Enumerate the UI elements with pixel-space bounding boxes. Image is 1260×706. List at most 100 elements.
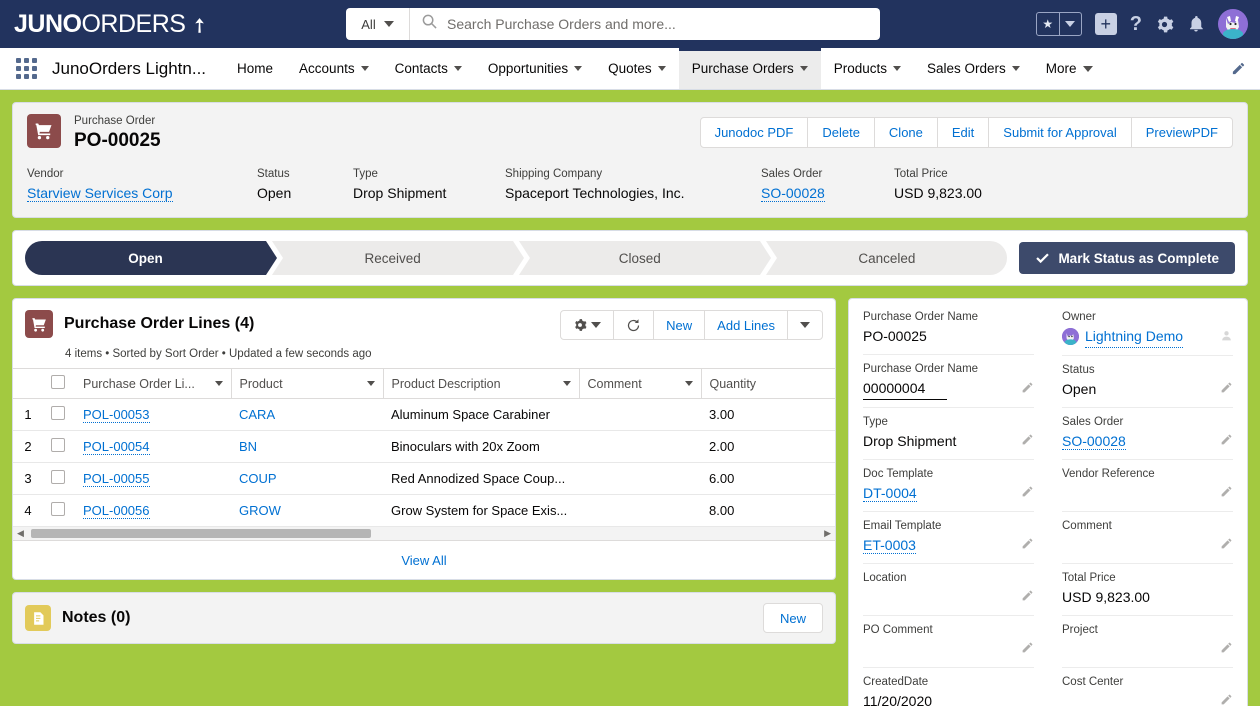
edit-pencil-icon[interactable]: [1220, 537, 1233, 555]
owner-link[interactable]: Lightning Demo: [1085, 325, 1184, 348]
search-scope-selector[interactable]: All: [346, 8, 410, 40]
edit-pencil-icon[interactable]: [1021, 641, 1034, 659]
junodoc-pdf-button[interactable]: Junodoc PDF: [699, 117, 809, 148]
add-lines-button[interactable]: Add Lines: [704, 310, 788, 340]
column-header-quantity[interactable]: Quantity: [701, 368, 835, 399]
cell-product: COUP: [231, 462, 383, 495]
path-stage-canceled[interactable]: Canceled: [766, 241, 1008, 275]
scroll-right-icon[interactable]: ▶: [820, 528, 835, 539]
setup-button[interactable]: [1155, 15, 1174, 34]
delete-button[interactable]: Delete: [807, 117, 875, 148]
nav-item-quotes[interactable]: Quotes: [595, 48, 679, 89]
select-all-header[interactable]: [43, 368, 75, 399]
nav-item-home[interactable]: Home: [224, 48, 286, 89]
submit-for-approval-button[interactable]: Submit for Approval: [988, 117, 1132, 148]
sales-order-link[interactable]: SO-00028: [1062, 433, 1126, 450]
vendor-link[interactable]: Starview Services Corp: [27, 185, 173, 202]
mark-status-complete-button[interactable]: Mark Status as Complete: [1019, 242, 1235, 274]
favorites-chevron-down-icon[interactable]: [1058, 13, 1081, 35]
column-header-description[interactable]: Product Description: [383, 368, 580, 399]
edit-navigation-button[interactable]: [1217, 48, 1260, 89]
row-select-cell[interactable]: [43, 430, 75, 463]
new-line-button[interactable]: New: [653, 310, 706, 340]
edit-pencil-icon[interactable]: [1021, 433, 1034, 451]
path-stage-closed[interactable]: Closed: [519, 241, 778, 275]
path-stage-received[interactable]: Received: [272, 241, 531, 275]
edit-pencil-icon[interactable]: [1220, 693, 1233, 706]
favorites-control[interactable]: ★: [1035, 12, 1082, 36]
edit-button[interactable]: Edit: [936, 117, 990, 148]
add-button[interactable]: +: [1094, 13, 1117, 35]
edit-pencil-icon[interactable]: [1220, 433, 1233, 451]
email-template-link[interactable]: ET-0003: [863, 537, 916, 554]
column-header-name[interactable]: Purchase Order Li...: [75, 368, 232, 399]
select-all-checkbox[interactable]: [51, 375, 65, 389]
path-stage-open[interactable]: Open: [25, 241, 284, 275]
nav-item-products[interactable]: Products: [821, 48, 914, 89]
scroll-left-icon[interactable]: ◀: [13, 528, 28, 539]
edit-pencil-icon[interactable]: [1021, 589, 1034, 607]
sales-order-link[interactable]: SO-00028: [761, 185, 825, 202]
purchase-order-line-link[interactable]: POL-00054: [83, 439, 150, 455]
row-checkbox[interactable]: [51, 470, 65, 484]
app-launcher-button[interactable]: [0, 48, 52, 89]
cell-description: Grow System for Space Exis...: [383, 494, 579, 527]
edit-pencil-icon[interactable]: [1021, 381, 1034, 399]
product-link[interactable]: CARA: [239, 407, 275, 422]
chevron-down-icon: [383, 21, 394, 27]
table-row[interactable]: 1 POL-00053 CARA Aluminum Space Carabine…: [13, 398, 835, 431]
cell-comment: [579, 398, 701, 431]
purchase-order-line-link[interactable]: POL-00056: [83, 503, 150, 519]
global-search[interactable]: All: [346, 8, 880, 40]
chevron-down-icon: [893, 66, 902, 71]
field-label: Doc Template: [863, 468, 934, 480]
horizontal-scrollbar[interactable]: ◀ ▶: [13, 527, 835, 541]
clone-button[interactable]: Clone: [873, 117, 938, 148]
nav-item-opportunities[interactable]: Opportunities: [475, 48, 595, 89]
purchase-order-line-link[interactable]: POL-00053: [83, 407, 150, 423]
purchase-order-line-link[interactable]: POL-00055: [83, 471, 150, 487]
nav-item-purchase-orders[interactable]: Purchase Orders: [678, 48, 821, 89]
edit-pencil-icon[interactable]: [1021, 485, 1034, 503]
help-button[interactable]: ?: [1130, 13, 1142, 36]
edit-pencil-icon[interactable]: [1220, 641, 1233, 659]
cell-quantity: 2.00: [701, 430, 835, 463]
search-input[interactable]: [447, 16, 880, 32]
preview-pdf-button[interactable]: PreviewPDF: [1130, 117, 1233, 148]
edit-pencil-icon[interactable]: [1220, 381, 1233, 399]
notifications-button[interactable]: [1187, 15, 1205, 33]
nav-item-more[interactable]: More: [1033, 48, 1106, 89]
row-select-cell[interactable]: [43, 494, 75, 527]
edit-pencil-icon[interactable]: [1220, 485, 1233, 503]
user-avatar[interactable]: [1218, 9, 1248, 39]
list-settings-button[interactable]: [560, 310, 615, 340]
change-owner-icon[interactable]: [1220, 329, 1233, 347]
row-checkbox[interactable]: [51, 502, 65, 516]
edit-pencil-icon[interactable]: [1021, 537, 1034, 555]
row-select-cell[interactable]: [43, 398, 75, 431]
column-header-comment[interactable]: Comment: [579, 368, 702, 399]
column-header-product[interactable]: Product: [231, 368, 384, 399]
view-all-link[interactable]: View All: [13, 541, 835, 579]
detail-field-po-comment: PO Comment: [863, 616, 1034, 668]
table-row[interactable]: 4 POL-00056 GROW Grow System for Space E…: [13, 494, 835, 527]
table-row[interactable]: 2 POL-00054 BN Binoculars with 20x Zoom …: [13, 430, 835, 463]
favorite-star-icon[interactable]: ★: [1037, 13, 1059, 35]
related-list-more-button[interactable]: [787, 310, 823, 340]
nav-item-accounts[interactable]: Accounts: [286, 48, 382, 89]
new-note-button[interactable]: New: [762, 603, 823, 633]
product-link[interactable]: BN: [239, 439, 257, 454]
product-link[interactable]: GROW: [239, 503, 281, 518]
row-checkbox[interactable]: [51, 438, 65, 452]
doc-template-link[interactable]: DT-0004: [863, 485, 917, 502]
row-checkbox[interactable]: [51, 406, 65, 420]
record-details-panel: Purchase Order Name PO-00025 Purchase Or…: [848, 298, 1248, 706]
app-logo[interactable]: JUNO ORDERS ➚: [14, 10, 213, 39]
nav-item-sales-orders[interactable]: Sales Orders: [914, 48, 1033, 89]
nav-item-contacts[interactable]: Contacts: [382, 48, 475, 89]
refresh-button[interactable]: [613, 310, 655, 340]
row-select-cell[interactable]: [43, 462, 75, 495]
table-row[interactable]: 3 POL-00055 COUP Red Annodized Space Cou…: [13, 462, 835, 495]
product-link[interactable]: COUP: [239, 471, 277, 486]
scrollbar-thumb[interactable]: [31, 529, 371, 538]
